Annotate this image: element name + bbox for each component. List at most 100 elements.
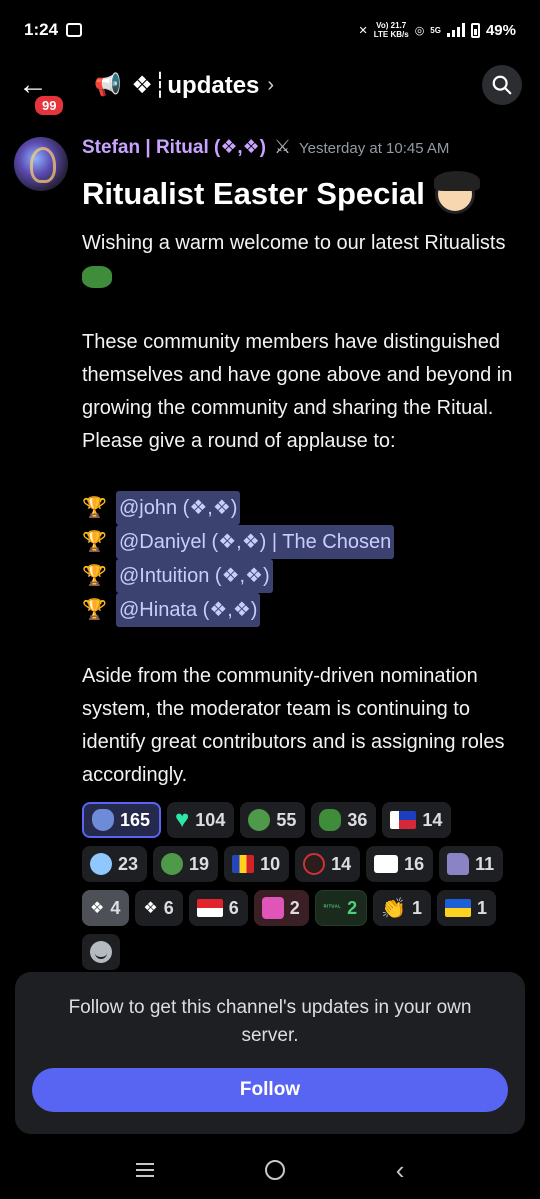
ukraine-flag-icon xyxy=(445,899,471,917)
reaction-count: 14 xyxy=(331,853,352,874)
megaphone-icon: 📢 xyxy=(94,72,122,97)
battery-icon xyxy=(470,22,480,38)
reaction-count: 6 xyxy=(228,897,239,918)
frog-emoji-icon xyxy=(82,265,112,288)
chevron-right-icon[interactable]: › xyxy=(267,74,274,97)
network-speed: Vo) 21.7 LTE KB/s xyxy=(374,21,409,39)
reaction-chip[interactable]: 36 xyxy=(311,802,377,838)
reaction-count: 23 xyxy=(118,853,139,874)
back-button[interactable]: ← 99 xyxy=(18,65,67,118)
search-icon xyxy=(492,75,512,95)
channel-name[interactable]: ❖┆updates xyxy=(131,71,259,100)
paragraph-members: These community members have distinguish… xyxy=(82,331,513,452)
mention-row: 🏆 @Hinata (❖,❖) xyxy=(82,593,394,627)
user-mention[interactable]: @Intuition (❖,❖) xyxy=(116,559,273,593)
frog-face-icon xyxy=(248,809,271,831)
crossed-swords-icon: ⚔ xyxy=(274,137,292,158)
network-bottom: LTE KB/s xyxy=(373,30,409,39)
reaction-chip[interactable]: 14 xyxy=(382,802,452,838)
clapping-hands-icon: 👏 xyxy=(381,897,406,920)
mute-icon: ✕ xyxy=(358,24,368,37)
home-icon[interactable] xyxy=(264,1159,285,1180)
ritual-knot-small-icon: ❖ xyxy=(143,900,158,917)
pink-pacman-icon xyxy=(261,897,284,919)
hotspot-icon xyxy=(66,23,83,37)
mention-row: 🏆 @john (❖,❖) xyxy=(82,491,394,525)
message-title: Ritualist Easter Special xyxy=(82,171,480,214)
trophy-icon: 🏆 xyxy=(82,497,107,519)
pepe-smile-icon xyxy=(161,853,184,875)
reaction-count: 104 xyxy=(195,809,226,830)
system-nav-bar: ‹ xyxy=(0,1140,540,1199)
trophy-icon: 🏆 xyxy=(82,531,107,553)
reaction-chip[interactable]: 55 xyxy=(240,802,306,838)
wifi-icon: ◎ xyxy=(414,24,425,37)
message-timestamp: Yesterday at 10:45 AM xyxy=(299,140,450,157)
ritual-wordmark-icon: ᴿᴵᵀᵁᴬᴸ xyxy=(323,905,342,911)
reaction-chip[interactable]: ❖ 6 xyxy=(135,890,183,926)
reaction-chip[interactable]: ❖ 4 xyxy=(82,890,130,926)
reaction-count: 10 xyxy=(260,853,281,874)
message-header: Stefan | Ritual (❖,❖) ⚔ Yesterday at 10:… xyxy=(82,136,449,159)
reaction-chip[interactable]: 23 xyxy=(82,846,148,882)
reaction-count: 36 xyxy=(347,809,368,830)
reaction-chip[interactable]: 16 xyxy=(366,846,434,882)
back-chevron-icon[interactable]: ‹ xyxy=(396,1157,405,1183)
paragraph-welcome: Wishing a warm welcome to our latest Rit… xyxy=(82,227,522,293)
ritual-knot-icon: ❖ xyxy=(90,900,105,917)
reaction-count: 55 xyxy=(276,809,297,830)
reaction-chip[interactable]: 165 xyxy=(82,802,162,838)
reaction-count: 2 xyxy=(347,897,358,918)
follow-description: Follow to get this channel's updates in … xyxy=(68,997,472,1046)
i-love-you-tv-icon xyxy=(374,855,399,873)
search-button[interactable] xyxy=(482,65,522,105)
reaction-count: 2 xyxy=(289,897,300,918)
paragraph-welcome-text: Wishing a warm welcome to our latest Rit… xyxy=(82,232,506,254)
reaction-count: 165 xyxy=(120,809,151,830)
reaction-chip[interactable]: 14 xyxy=(295,846,361,882)
follow-button[interactable]: Follow xyxy=(32,1068,508,1112)
signal-icon xyxy=(446,23,465,37)
trophy-icon: 🏆 xyxy=(82,565,107,587)
blue-character-icon xyxy=(90,853,112,875)
reaction-bar: 165 ♥ 104 55 36 14 23 19 10 14 16 11 ❖ 4 ❖… xyxy=(82,802,522,970)
status-bar: 1:24 ✕ Vo) 21.7 LTE KB/s ◎ 5G 49% xyxy=(0,0,540,60)
mention-row: 🏆 @Daniyel (❖,❖) | The Chosen xyxy=(82,525,395,559)
reaction-chip[interactable]: 1 xyxy=(437,890,497,926)
smiley-icon xyxy=(90,941,112,963)
message-title-text: Ritualist Easter Special xyxy=(82,176,425,211)
user-mention[interactable]: @john (❖,❖) xyxy=(116,491,241,525)
reaction-chip[interactable]: 6 xyxy=(188,890,248,926)
reaction-chip[interactable]: 11 xyxy=(439,846,504,882)
unread-badge: 99 xyxy=(32,93,67,118)
network-top: Vo) 21.7 xyxy=(376,21,407,30)
reaction-count: 4 xyxy=(110,897,121,918)
mention-row: 🏆 @Intuition (❖,❖) xyxy=(82,559,394,593)
add-reaction-button[interactable] xyxy=(82,934,120,970)
trophy-icon: 🏆 xyxy=(82,599,107,621)
reaction-count: 6 xyxy=(163,897,174,918)
user-mention[interactable]: @Hinata (❖,❖) xyxy=(116,593,261,627)
reaction-count: 11 xyxy=(475,853,495,874)
reaction-chip[interactable]: ♥ 104 xyxy=(167,802,235,838)
reaction-count: 1 xyxy=(411,897,422,918)
indonesia-flag-icon xyxy=(196,899,223,917)
reaction-chip[interactable]: 2 xyxy=(253,890,309,926)
mention-list: 🏆 @john (❖,❖) 🏆 @Daniyel (❖,❖) | The Cho… xyxy=(82,491,395,627)
author-name[interactable]: Stefan | Ritual (❖,❖) xyxy=(82,136,266,159)
pepe-frog-icon xyxy=(319,809,342,831)
reaction-count: 19 xyxy=(189,853,210,874)
reaction-chip[interactable]: 10 xyxy=(224,846,290,882)
channel-header: ← 99 📢 ❖┆updates › xyxy=(0,60,540,118)
reaction-count: 14 xyxy=(422,809,443,830)
user-mention[interactable]: @Daniyel (❖,❖) | The Chosen xyxy=(116,525,395,559)
reaction-chip[interactable]: ᴿᴵᵀᵁᴬᴸ 2 xyxy=(314,890,368,926)
signal-label: 5G xyxy=(430,25,441,35)
green-heart-icon: ♥ xyxy=(175,806,190,833)
dark-crew-icon xyxy=(303,853,326,875)
reaction-count: 16 xyxy=(404,853,425,874)
reaction-chip[interactable]: 👏 1 xyxy=(373,890,431,926)
reaction-chip[interactable]: 19 xyxy=(153,846,219,882)
recents-icon[interactable] xyxy=(135,1162,154,1177)
avatar[interactable] xyxy=(14,137,68,191)
